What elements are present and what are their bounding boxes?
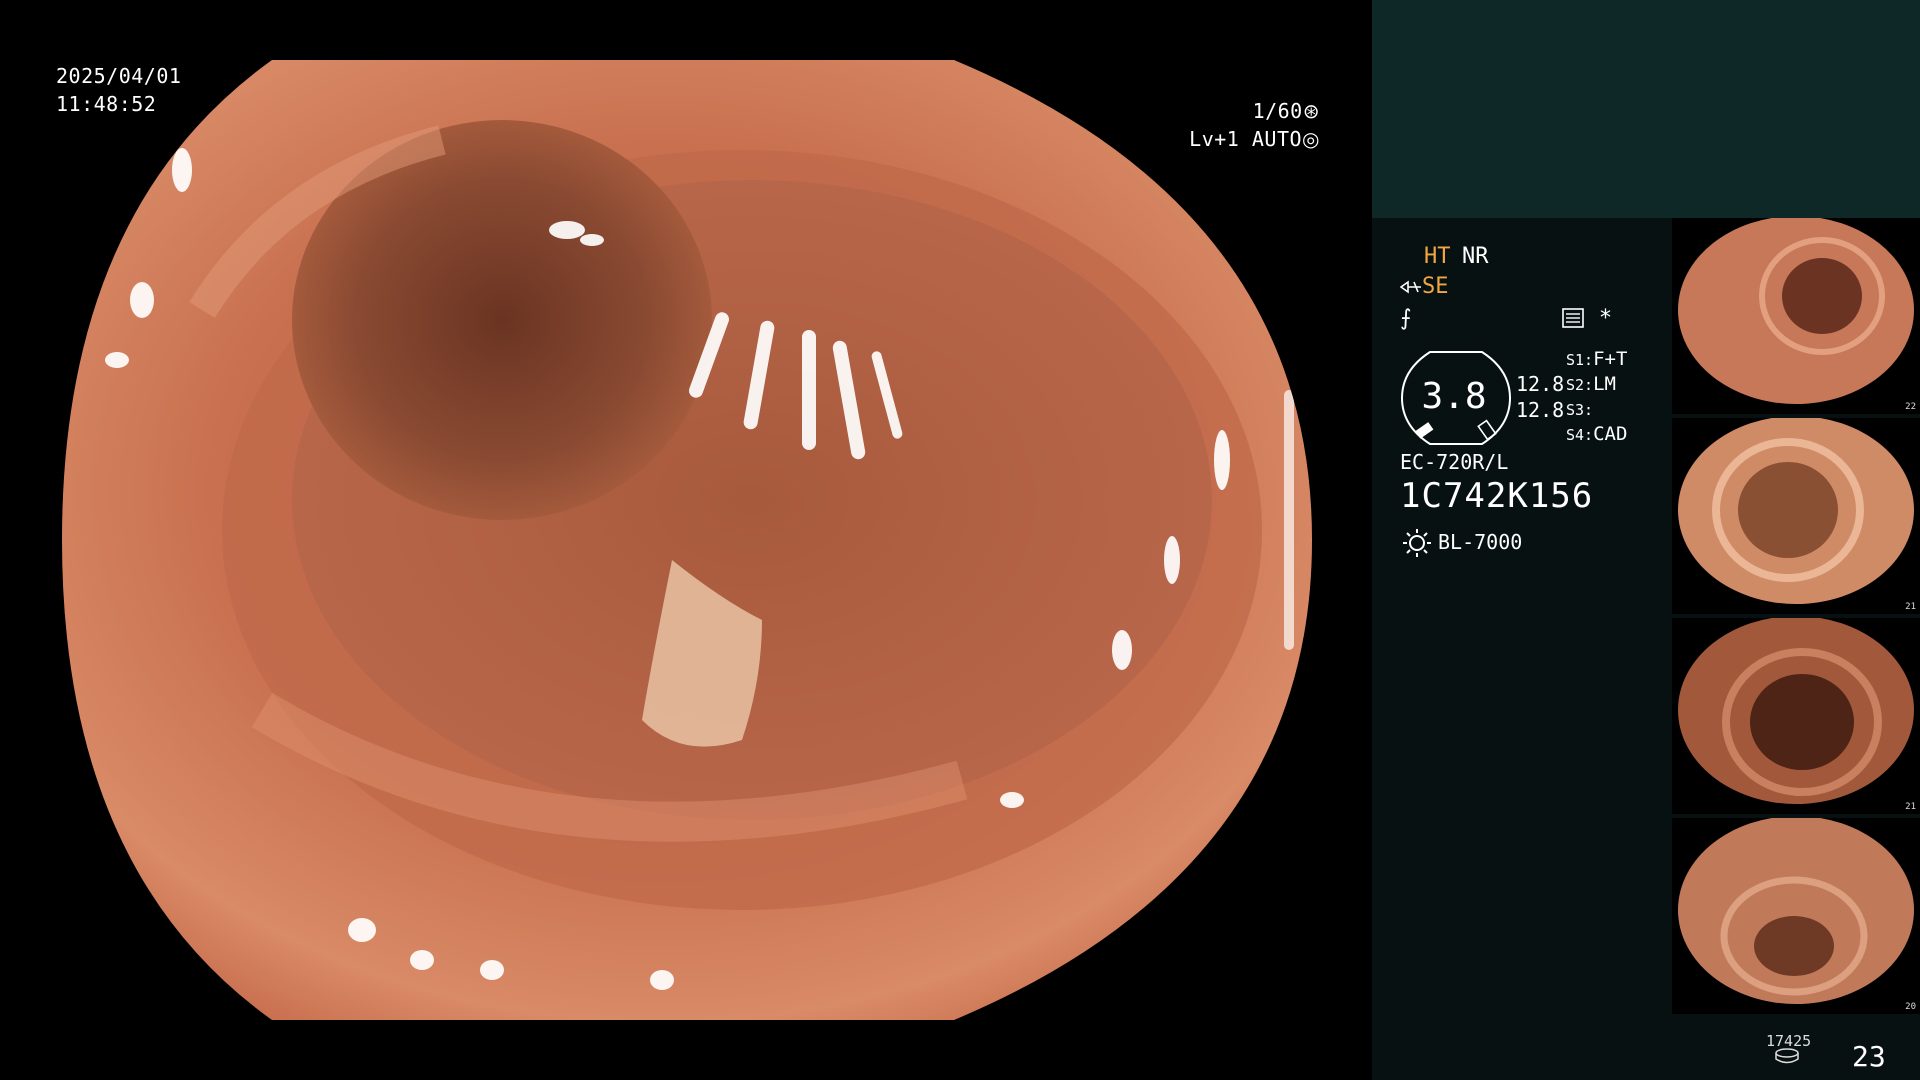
s-value-2: 12.8 xyxy=(1516,398,1565,422)
thumbnail-index: 22 xyxy=(1905,402,1916,412)
mode-se: SE xyxy=(1399,274,1449,299)
settings-grid-icon xyxy=(1562,308,1584,328)
endoscopy-image xyxy=(62,60,1312,1020)
mode-ht: HT xyxy=(1424,244,1451,269)
datetime-display: 2025/04/01 11:48:52 xyxy=(56,62,181,118)
gauge-value: 3.8 xyxy=(1421,376,1487,417)
thumbnail[interactable]: 20 xyxy=(1672,818,1920,1014)
disk-icon xyxy=(1775,1048,1799,1064)
light-source: BL-7000 xyxy=(1438,530,1523,554)
mode-f: ⨍ xyxy=(1400,306,1412,331)
setting-s3: S3: xyxy=(1566,401,1594,419)
date-text: 2025/04/01 xyxy=(56,64,182,88)
enhance-icon xyxy=(1399,280,1421,294)
s-value-1: 12.8 xyxy=(1516,372,1565,396)
setting-s2: S2:LM xyxy=(1566,373,1616,395)
scope-model: EC-720R/L xyxy=(1400,450,1509,474)
iris-icon: ◎ xyxy=(1302,127,1320,151)
processor-info: HT NR SE ⨍ * 3.8 12.8 12.8 S1:F+T S2:LM … xyxy=(1372,218,1672,1080)
page-number: 23 xyxy=(1852,1040,1886,1073)
thumbnail-image xyxy=(1678,818,1914,1004)
setting-s4: S4:CAD xyxy=(1566,423,1628,445)
level-text: Lv+1 xyxy=(1189,127,1240,151)
side-panel-header xyxy=(1372,0,1920,218)
star-icon: * xyxy=(1600,306,1611,331)
mode-nr: NR xyxy=(1462,244,1489,269)
mode-se-text: SE xyxy=(1422,274,1449,299)
thumbnail-index: 21 xyxy=(1905,602,1916,612)
thumbnail-image xyxy=(1678,218,1914,404)
shutter-text: 1/60 xyxy=(1252,99,1303,123)
time-text: 11:48:52 xyxy=(56,92,157,116)
thumbnail-index: 20 xyxy=(1905,1002,1916,1012)
exposure-display: 1/60⊛ Lv+1 AUTO◎ xyxy=(1189,97,1320,153)
thumbnail-image xyxy=(1678,618,1914,804)
thumbnail[interactable]: 21 xyxy=(1672,618,1920,814)
endoscope-view: 2025/04/01 11:48:52 1/60⊛ Lv+1 AUTO◎ xyxy=(0,0,1372,1080)
scope-serial: 1C742K156 xyxy=(1400,476,1594,516)
exposure-mode-text: AUTO xyxy=(1251,127,1303,151)
setting-s1: S1:F+T xyxy=(1566,348,1628,370)
thumbnail-index: 21 xyxy=(1905,802,1916,812)
thumbnail[interactable]: 21 xyxy=(1672,418,1920,614)
thumbnail-image xyxy=(1678,418,1914,604)
aperture-icon: ⊛ xyxy=(1302,99,1320,123)
sun-icon xyxy=(1403,529,1431,557)
thumbnail[interactable]: 22 xyxy=(1672,218,1920,414)
